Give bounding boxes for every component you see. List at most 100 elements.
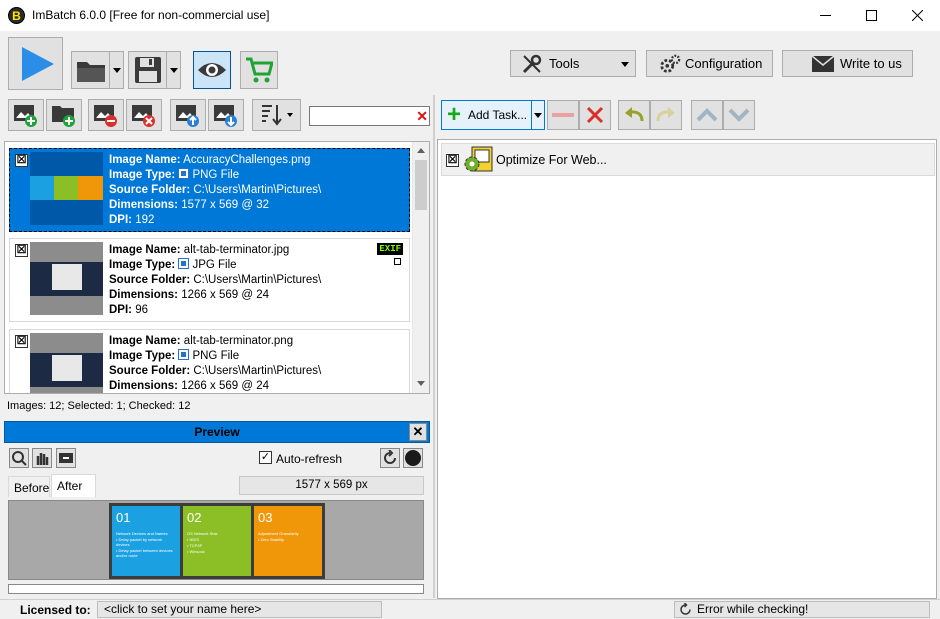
move-down-button[interactable]	[208, 99, 244, 131]
image-info: Image Name: alt-tab-terminator.png Image…	[109, 334, 321, 393]
field-label: Source Folder:	[109, 274, 191, 286]
add-folder-button[interactable]	[46, 99, 82, 131]
delete-task-button[interactable]	[579, 100, 611, 130]
field-label: DPI:	[109, 304, 132, 316]
redo-icon	[656, 107, 675, 122]
task-list[interactable]: ☒ Optimize For Web...	[437, 139, 937, 599]
disable-task-button[interactable]	[547, 100, 579, 130]
tile-number: 01	[116, 510, 131, 525]
write-to-us-label: Write to us	[840, 56, 902, 71]
image-info: Image Name: alt-tab-terminator.jpg Image…	[109, 243, 321, 318]
image-checkbox[interactable]: ☒	[15, 335, 28, 348]
update-check-status[interactable]: Error while checking!	[674, 601, 930, 618]
folder-icon	[72, 52, 111, 88]
minimize-icon	[819, 15, 831, 16]
refresh-preview-button[interactable]	[380, 448, 400, 468]
preview-header: Preview ✕	[4, 421, 430, 443]
maximize-button[interactable]	[848, 0, 894, 31]
tile-bullet: • TCP/IP	[187, 543, 203, 548]
add-folder-icon	[52, 106, 75, 127]
actual-size-icon	[59, 453, 73, 463]
image-name: alt-tab-terminator.jpg	[183, 244, 290, 256]
refresh-icon	[384, 450, 396, 464]
source-folder: C:\Users\Martin\Pictures\	[193, 184, 322, 196]
delete-x-icon	[586, 106, 604, 124]
configuration-button[interactable]: Configuration	[646, 50, 773, 77]
licensed-name-field[interactable]: <click to set your name here>	[97, 601, 382, 618]
task-item[interactable]: ☒ Optimize For Web...	[441, 143, 935, 176]
image-list-item[interactable]: ☒ Image Name: AccuracyChallenges.png Ima…	[9, 148, 410, 232]
scroll-thumb[interactable]	[415, 160, 427, 210]
add-task-label: Add Task...	[468, 108, 528, 122]
move-up-button[interactable]	[170, 99, 206, 131]
file-type-icon	[178, 168, 190, 179]
save-dropdown-arrow[interactable]	[167, 52, 180, 88]
panel-splitter[interactable]	[433, 95, 435, 598]
task-toolbar: + Add Task...	[437, 97, 937, 133]
dimensions: 1266 x 569 @ 24	[181, 380, 269, 392]
buy-button[interactable]	[240, 51, 278, 89]
eye-icon	[198, 63, 226, 77]
move-image-up-icon	[176, 105, 199, 127]
task-label: Optimize For Web...	[496, 153, 607, 167]
preview-image-area[interactable]: 01 Network Devices and Names • Delay pac…	[8, 500, 424, 580]
image-list-item[interactable]: ☒ Image Name: alt-tab-terminator.png Ima…	[9, 329, 410, 393]
move-task-up-button[interactable]	[691, 100, 723, 130]
preview-tile: 02 OS Network Stac • NDIS • TCP/IP • Win…	[183, 506, 251, 576]
image-thumbnail	[30, 152, 103, 225]
zoom-fit-button[interactable]	[9, 448, 29, 468]
run-batch-button[interactable]	[8, 37, 63, 90]
image-search-input[interactable]: ✕	[309, 106, 430, 126]
floppy-disk-icon	[129, 52, 168, 88]
open-button[interactable]	[71, 51, 124, 89]
auto-refresh-checkbox[interactable]: ✓	[259, 451, 272, 464]
minimize-button[interactable]	[802, 0, 848, 31]
save-button[interactable]	[128, 51, 181, 89]
expand-icon[interactable]	[394, 258, 401, 265]
dimensions: 1577 x 569 @ 32	[181, 199, 269, 211]
background-color-button[interactable]	[403, 448, 423, 468]
field-label: Source Folder:	[109, 365, 191, 377]
image-checkbox[interactable]: ☒	[15, 154, 28, 167]
add-image-icon	[14, 105, 37, 127]
clear-search-icon[interactable]: ✕	[416, 108, 428, 124]
tools-menu-button[interactable]: Tools	[510, 50, 636, 77]
undo-button[interactable]	[618, 100, 650, 130]
pan-button[interactable]	[32, 448, 52, 468]
sort-button[interactable]	[252, 99, 301, 131]
image-name: AccuracyChallenges.png	[183, 154, 311, 166]
actual-size-button[interactable]	[56, 448, 76, 468]
scroll-up-arrow-icon[interactable]	[417, 148, 425, 153]
add-image-button[interactable]	[8, 99, 44, 131]
add-task-button[interactable]: + Add Task...	[441, 100, 545, 130]
shopping-cart-icon	[246, 57, 273, 83]
undo-icon	[625, 107, 644, 122]
scroll-down-arrow-icon[interactable]	[417, 381, 425, 386]
image-list[interactable]: ☒ Image Name: AccuracyChallenges.png Ima…	[4, 141, 430, 394]
task-checkbox[interactable]: ☒	[446, 154, 459, 167]
gears-icon	[659, 53, 681, 75]
image-list-item[interactable]: ☒ EXIF Image Name: alt-tab-terminator.jp…	[9, 238, 410, 322]
write-to-us-button[interactable]: Write to us	[782, 50, 913, 77]
remove-all-button[interactable]	[126, 99, 162, 131]
preview-title: Preview	[194, 425, 240, 439]
window-title: ImBatch 6.0.0 [Free for non-commercial u…	[32, 8, 270, 22]
configuration-label: Configuration	[685, 56, 763, 71]
add-task-dropdown-arrow[interactable]	[531, 101, 544, 129]
image-list-scrollbar[interactable]	[412, 142, 429, 393]
file-type-icon	[178, 349, 190, 360]
close-button[interactable]	[894, 0, 940, 31]
remove-image-button[interactable]	[88, 99, 124, 131]
tab-before[interactable]: Before	[8, 476, 50, 497]
move-task-down-button[interactable]	[723, 100, 755, 130]
preview-close-icon[interactable]: ✕	[409, 423, 427, 441]
image-thumbnail	[30, 242, 103, 315]
file-type-icon	[178, 258, 190, 269]
image-type: JPG File	[192, 259, 237, 271]
tab-after[interactable]: After	[51, 474, 96, 497]
redo-button[interactable]	[650, 100, 682, 130]
image-checkbox[interactable]: ☒	[15, 244, 28, 257]
preview-toggle-button[interactable]	[193, 51, 231, 89]
open-dropdown-arrow[interactable]	[110, 52, 123, 88]
image-type: PNG File	[192, 350, 240, 362]
